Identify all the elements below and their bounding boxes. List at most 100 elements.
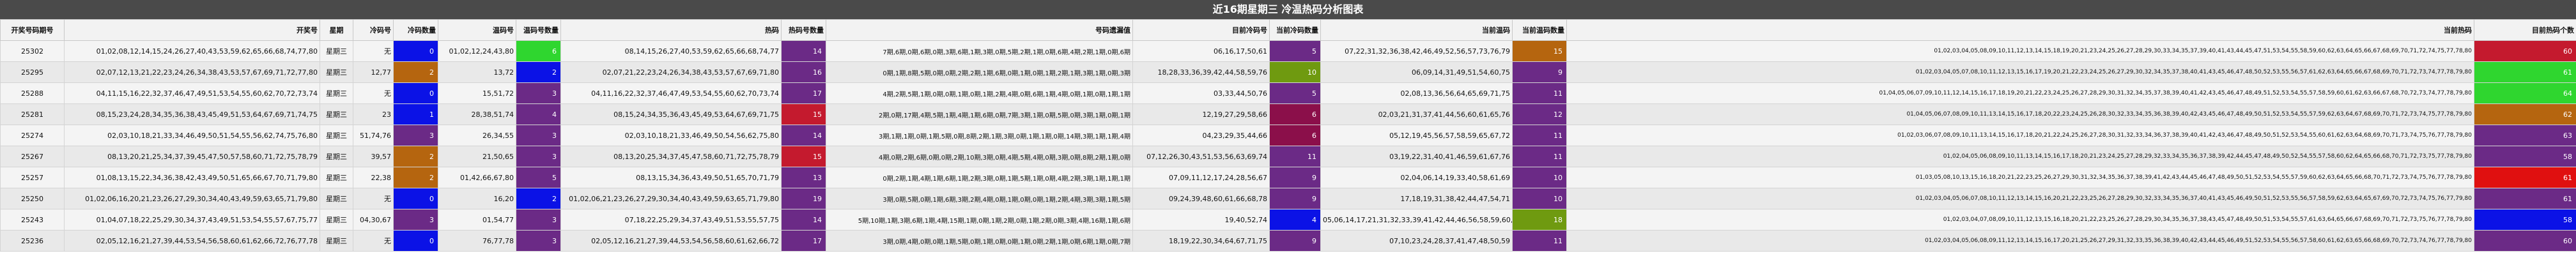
col-header-qi: 开奖号码期号 — [0, 19, 65, 41]
cell-cur-hot-count: 60 — [2474, 230, 2576, 252]
cell-draw: 08,13,20,21,25,34,37,39,45,47,50,57,58,6… — [64, 146, 320, 167]
cell-cold-count: 0 — [393, 188, 438, 209]
col-header-warm: 温码号 — [438, 19, 516, 41]
cell-cur-hot: 01,02,03,04,07,08,09,10,11,12,13,15,16,1… — [1566, 209, 2474, 231]
cell-cur-cold: 04,23,29,35,44,66 — [1132, 125, 1270, 146]
cell-hot: 08,13,15,34,36,43,49,50,51,65,70,71,79 — [560, 167, 782, 188]
cell-cur-warm: 17,18,19,31,38,42,44,47,54,71 — [1320, 188, 1513, 209]
cell-hot: 07,18,22,25,29,34,37,43,49,51,53,55,57,7… — [560, 209, 782, 231]
cell-cur-warm-count: 10 — [1512, 188, 1567, 209]
cell-draw: 01,02,08,12,14,15,24,26,27,40,43,53,59,6… — [64, 40, 320, 62]
cell-week: 星期三 — [320, 61, 353, 83]
cell-week: 星期三 — [320, 146, 353, 167]
cell-cur-cold: 18,28,33,36,39,42,44,58,59,76 — [1132, 61, 1270, 83]
cell-hot-count: 19 — [781, 188, 826, 209]
table-row: 25243 01,04,07,18,22,25,29,30,34,37,43,4… — [0, 209, 2576, 231]
cell-cold-count: 2 — [393, 167, 438, 188]
cell-cur-warm-count: 9 — [1512, 61, 1567, 83]
cell-cur-hot-count: 64 — [2474, 82, 2576, 104]
cell-warm: 01,02,12,24,43,80 — [438, 40, 516, 62]
cell-draw: 04,11,15,16,22,32,37,46,47,49,51,53,54,5… — [64, 82, 320, 104]
cell-cur-warm-count: 11 — [1512, 230, 1567, 252]
cell-cur-hot-count: 63 — [2474, 125, 2576, 146]
cell-cold: 12,77 — [353, 61, 394, 83]
cell-cold-count: 1 — [393, 103, 438, 125]
cell-cold: 51,74,76 — [353, 125, 394, 146]
cell-miss: 0期,1期,8期,5期,0期,0期,2期,2期,1期,6期,0期,1期,0期,1… — [826, 61, 1133, 83]
table-row: 25288 04,11,15,16,22,32,37,46,47,49,51,5… — [0, 82, 2576, 104]
cell-cold: 无 — [353, 188, 394, 209]
cell-draw: 01,04,07,18,22,25,29,30,34,37,43,49,51,5… — [64, 209, 320, 231]
cell-warm-count: 2 — [516, 61, 561, 83]
cell-cur-hot: 01,04,05,06,07,08,09,10,11,13,14,15,16,1… — [1566, 103, 2474, 125]
cell-qi: 25281 — [0, 103, 65, 125]
cell-draw: 02,03,10,18,21,33,34,46,49,50,51,54,55,5… — [64, 125, 320, 146]
cell-week: 星期三 — [320, 125, 353, 146]
cell-cur-hot: 01,04,05,06,07,09,10,11,12,14,15,16,17,1… — [1566, 82, 2474, 104]
cell-cur-hot-count: 58 — [2474, 146, 2576, 167]
cell-miss: 2期,0期,17期,4期,5期,1期,4期,1期,6期,0期,7期,3期,1期,… — [826, 103, 1133, 125]
cell-cur-hot-count: 58 — [2474, 209, 2576, 231]
cell-cur-hot-count: 61 — [2474, 188, 2576, 209]
cell-draw: 01,08,13,15,22,34,36,38,42,43,49,50,51,6… — [64, 167, 320, 188]
col-header-cur-warm-n: 当前温码数量 — [1512, 19, 1567, 41]
cell-hot-count: 17 — [781, 230, 826, 252]
cell-cur-hot: 01,02,03,04,05,06,08,09,11,12,13,14,15,1… — [1566, 230, 2474, 252]
cell-hot: 08,15,24,34,35,36,43,45,49,53,64,67,69,7… — [560, 103, 782, 125]
cell-cold: 04,30,67 — [353, 209, 394, 231]
cell-cur-cold-count: 6 — [1269, 125, 1321, 146]
cell-qi: 25302 — [0, 40, 65, 62]
cell-cur-warm: 06,09,14,31,49,51,54,60,75 — [1320, 61, 1513, 83]
cell-cur-cold-count: 5 — [1269, 82, 1321, 104]
cell-cur-cold: 03,33,44,50,76 — [1132, 82, 1270, 104]
table-row: 25250 01,02,06,16,20,21,23,26,27,29,30,3… — [0, 188, 2576, 209]
cell-hot: 02,07,21,22,23,24,26,34,38,43,53,57,67,6… — [560, 61, 782, 83]
cell-cur-warm-count: 11 — [1512, 82, 1567, 104]
cell-warm-count: 3 — [516, 230, 561, 252]
chart-title: 近16期星期三 冷温热码分析图表 — [0, 0, 2576, 19]
cell-cold: 无 — [353, 40, 394, 62]
cell-cold-count: 0 — [393, 230, 438, 252]
cell-warm-count: 3 — [516, 125, 561, 146]
cell-week: 星期三 — [320, 40, 353, 62]
cell-week: 星期三 — [320, 230, 353, 252]
cell-cur-hot: 01,02,03,06,07,08,09,10,11,13,14,15,16,1… — [1566, 125, 2474, 146]
cell-miss: 4期,2期,5期,1期,0期,0期,1期,0期,1期,2期,4期,0期,6期,1… — [826, 82, 1133, 104]
cell-cur-cold-count: 9 — [1269, 188, 1321, 209]
col-header-hot-n: 热码号数量 — [781, 19, 826, 41]
cell-draw: 02,07,12,13,21,22,23,24,26,34,38,43,53,5… — [64, 61, 320, 83]
cell-miss: 3期,1期,1期,0期,1期,5期,0期,8期,2期,1期,3期,0期,1期,1… — [826, 125, 1133, 146]
cell-warm-count: 5 — [516, 167, 561, 188]
cell-draw: 08,15,23,24,28,34,35,36,38,43,45,49,51,5… — [64, 103, 320, 125]
cell-cur-warm: 07,10,23,24,28,37,41,47,48,50,59 — [1320, 230, 1513, 252]
cell-hot-count: 16 — [781, 61, 826, 83]
cell-cur-hot-count: 60 — [2474, 40, 2576, 62]
table-row: 25257 01,08,13,15,22,34,36,38,42,43,49,5… — [0, 167, 2576, 188]
cell-hot: 02,05,12,16,21,27,39,44,53,54,56,58,60,6… — [560, 230, 782, 252]
cell-warm: 26,34,55 — [438, 125, 516, 146]
cell-cur-cold: 07,12,26,30,43,51,53,56,63,69,74 — [1132, 146, 1270, 167]
cell-cur-warm-count: 11 — [1512, 146, 1567, 167]
cell-cur-warm: 03,19,22,31,40,41,46,59,61,67,76 — [1320, 146, 1513, 167]
cell-cur-cold: 07,09,11,12,17,24,28,56,67 — [1132, 167, 1270, 188]
cell-cold-count: 0 — [393, 40, 438, 62]
cell-warm-count: 3 — [516, 209, 561, 231]
cell-cold: 23 — [353, 103, 394, 125]
cell-cur-cold-count: 9 — [1269, 230, 1321, 252]
cell-cur-hot: 01,02,03,04,05,07,08,10,11,12,13,15,16,1… — [1566, 61, 2474, 83]
cell-cur-cold-count: 10 — [1269, 61, 1321, 83]
cell-cur-cold: 06,16,17,50,61 — [1132, 40, 1270, 62]
cell-miss: 3期,0期,5期,0期,1期,6期,3期,2期,4期,0期,1期,0期,0期,1… — [826, 188, 1133, 209]
cell-cur-cold: 18,19,22,30,34,64,67,71,75 — [1132, 230, 1270, 252]
cell-warm: 01,42,66,67,80 — [438, 167, 516, 188]
cell-warm: 13,72 — [438, 61, 516, 83]
cell-hot: 08,14,15,26,27,40,53,59,62,65,66,68,74,7… — [560, 40, 782, 62]
col-header-week: 星期 — [320, 19, 353, 41]
cell-cur-hot: 01,03,05,08,10,13,15,16,18,20,21,22,23,2… — [1566, 167, 2474, 188]
cell-cur-warm-count: 15 — [1512, 40, 1567, 62]
cell-cold-count: 0 — [393, 82, 438, 104]
cell-cur-warm: 02,03,21,31,37,41,44,56,60,61,65,76 — [1320, 103, 1513, 125]
cell-warm: 01,54,77 — [438, 209, 516, 231]
cell-week: 星期三 — [320, 188, 353, 209]
col-header-cur-warm: 当前温码 — [1320, 19, 1513, 41]
